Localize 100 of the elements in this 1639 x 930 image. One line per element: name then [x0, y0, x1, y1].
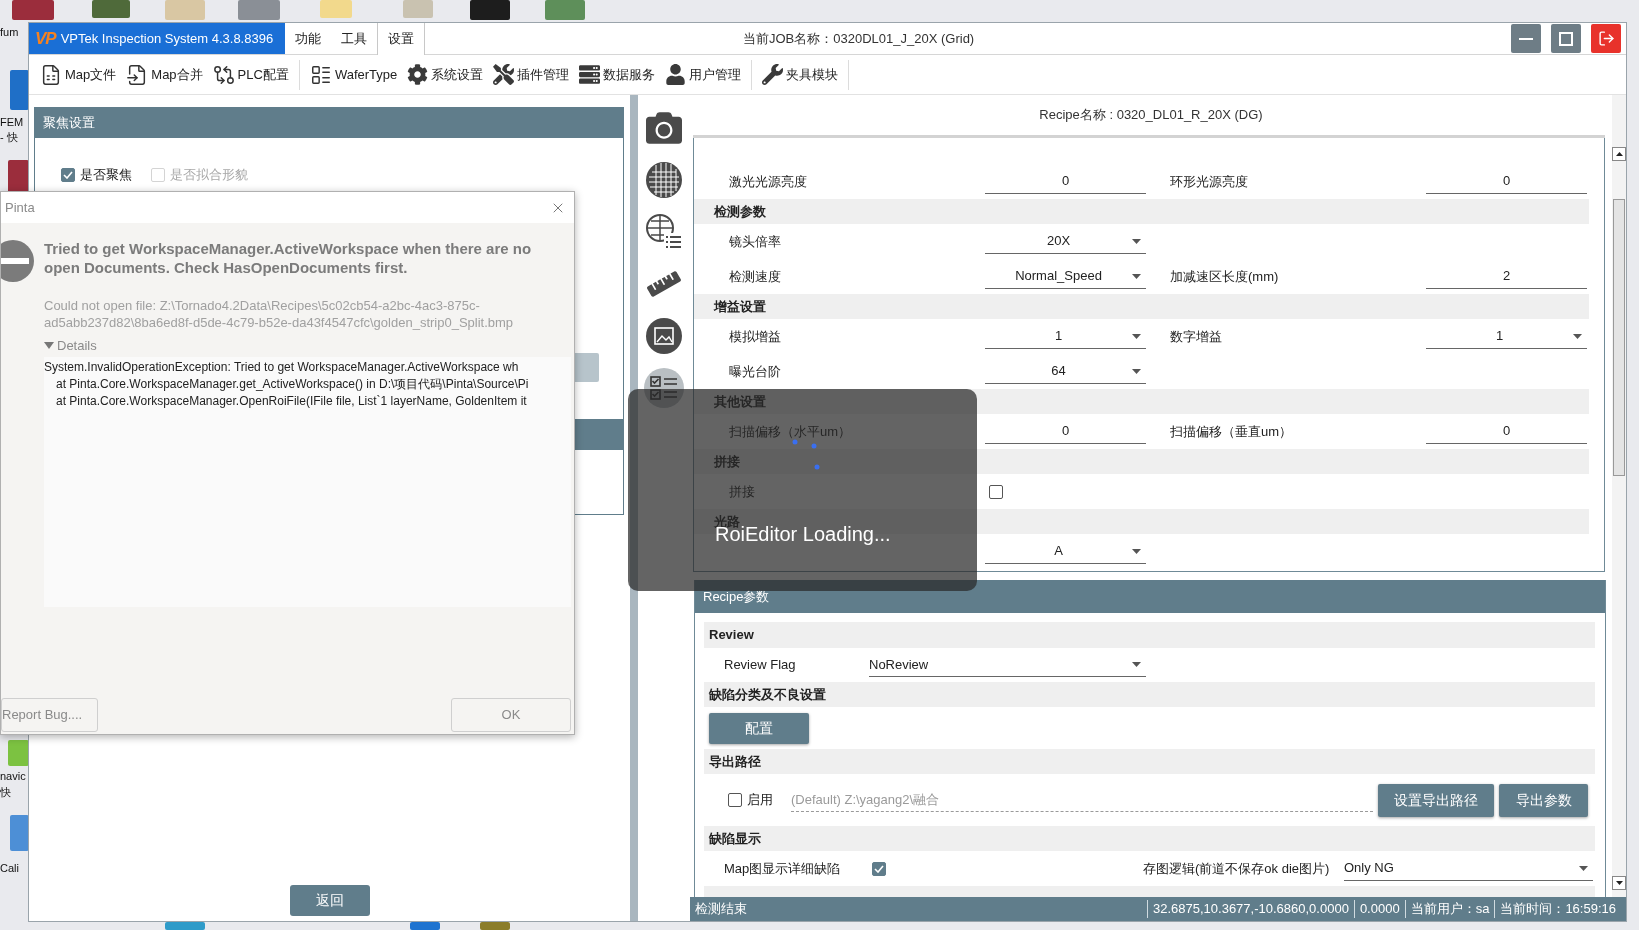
field-label: 存图逻辑(前道不保存ok die图片): [1143, 859, 1331, 878]
checkbox-label: 是否聚焦: [80, 166, 132, 184]
checkbox[interactable]: [989, 484, 1003, 499]
field-label: 数字增益: [1170, 327, 1223, 346]
app-title: VPTek Inspection System 4.3.8.8396: [60, 29, 274, 48]
toolbar-button[interactable]: PLC配置: [207, 58, 294, 91]
number-input[interactable]: 0: [1426, 169, 1587, 194]
action-button[interactable]: 配置: [709, 712, 809, 744]
error-message: Could not open file: Z:\Tornado4.2Data\Recipes\5c02cb54-a2bc-4ac3-875c-ad5abb237d82\8ba6ed8f-d5de-4c79-b52e-da43f4547cfc\golden_strip0_Split.bmp: [44, 297, 515, 331]
scroll-up-button[interactable]: [1612, 147, 1626, 161]
down-arrow-icon: [1615, 881, 1623, 885]
field-label: 模拟增益: [729, 327, 782, 346]
field-label: 扫描偏移（垂直um）: [1170, 422, 1294, 441]
number-input[interactable]: 0: [985, 419, 1146, 444]
section-header: 缺陷分类及不良设置: [704, 682, 1595, 707]
minimize-button[interactable]: [1511, 24, 1541, 53]
dropdown[interactable]: 64: [985, 359, 1146, 384]
checkbox[interactable]: [728, 793, 742, 807]
status-field: 32.6875,10.3677,-10.6860,0.0000: [1147, 900, 1354, 918]
toolbar-button[interactable]: 插件管理: [488, 58, 575, 91]
globe-list-icon[interactable]: [646, 213, 682, 250]
recipe-name: Recipe名称 : 0320_DL01_R_20X (DG): [1038, 106, 1264, 125]
section-header: 增益设置: [694, 294, 1589, 319]
error-icon: [1, 239, 35, 283]
close-button[interactable]: [1591, 24, 1621, 53]
dialog-title: Pinta: [4, 198, 35, 217]
menu-tab[interactable]: 设置: [377, 23, 425, 55]
field-label: 曝光台阶: [729, 362, 782, 381]
dropdown[interactable]: 1: [1426, 324, 1587, 349]
dropdown[interactable]: 1: [985, 324, 1146, 349]
image-icon[interactable]: [646, 317, 682, 354]
field-label: 检测速度: [729, 267, 782, 286]
list-icon: [309, 63, 332, 86]
number-input[interactable]: 2: [1426, 264, 1587, 289]
caret-icon: [1132, 238, 1141, 244]
desktop-icon-label: 快: [0, 786, 11, 799]
caret-icon: [1132, 368, 1141, 374]
maximize-button[interactable]: [1551, 24, 1581, 53]
field-label: 加减速区长度(mm): [1170, 267, 1280, 286]
status-field: 0.0000: [1353, 900, 1405, 918]
field-label: 扫描偏移（水平um）: [729, 422, 853, 441]
camera-icon[interactable]: [646, 109, 682, 146]
status-field: 当前时间：16:59:16: [1494, 900, 1621, 918]
checkmark-icon: [874, 864, 884, 873]
dropdown[interactable]: 20X: [985, 229, 1146, 254]
section-header: Review: [704, 622, 1595, 648]
toolbar-button[interactable]: Map文件: [35, 58, 122, 91]
caret-icon: [1573, 333, 1582, 339]
toolbar-button[interactable]: 用户管理: [660, 58, 747, 91]
checkmark-icon: [63, 170, 73, 179]
compare-arrows-icon: [212, 63, 235, 86]
error-heading: Tried to get WorkspaceManager.ActiveWorkspace when there are no open Documents. Check HasOpenDocuments first.: [44, 239, 533, 278]
number-input[interactable]: 0: [985, 169, 1146, 194]
dropdown[interactable]: A: [985, 539, 1146, 564]
dropdown[interactable]: Normal_Speed: [985, 264, 1146, 289]
number-input[interactable]: 0: [1426, 419, 1587, 444]
tools-icon: [493, 64, 515, 85]
exit-icon: [1597, 30, 1615, 47]
checkbox-label: 启用: [747, 791, 773, 810]
checkbox-label: 是否拟合形貌: [170, 166, 248, 184]
status-message: 检测结束: [694, 900, 748, 919]
action-button[interactable]: 设置导出路径: [1378, 783, 1494, 817]
spinner-icon: [792, 439, 822, 471]
path-field[interactable]: (Default) Z:\yagang2\融合: [791, 788, 1373, 812]
grid-circle-icon[interactable]: [646, 161, 682, 198]
toolbar-button[interactable]: 系统设置: [402, 58, 489, 91]
wrench-icon: [762, 64, 784, 85]
document-grid-icon: [40, 63, 62, 86]
scrollbar-thumb[interactable]: [1613, 199, 1625, 476]
stack-trace-line: at Pinta.Core.WorkspaceManager.get_ActiveWorkspace() in D:\项目代码\Pinta\Source\Pi: [56, 375, 529, 393]
settings-icon: [407, 64, 429, 85]
dropdown[interactable]: NoReview: [869, 653, 1146, 677]
scrollbar-track[interactable]: [1612, 95, 1626, 897]
scroll-down-button[interactable]: [1612, 876, 1626, 890]
field-label: Review Flag: [724, 656, 797, 675]
caret-icon: [1132, 333, 1141, 339]
logo: VP: [35, 27, 56, 50]
toolbar-button[interactable]: 夹具模块: [757, 58, 844, 91]
expanded-triangle-icon: [44, 342, 54, 350]
caret-icon: [1579, 865, 1588, 871]
minimize-icon: [1519, 37, 1533, 40]
toolbar-button[interactable]: Map合并: [121, 58, 208, 91]
field-label: 镜头倍率: [729, 232, 782, 251]
checkbox[interactable]: [872, 861, 886, 876]
user-icon: [665, 64, 687, 85]
field-label: 激光光源亮度: [729, 172, 808, 191]
toolbar-button[interactable]: WaferType: [304, 58, 403, 91]
action-button[interactable]: 导出参数: [1499, 783, 1588, 817]
back-button[interactable]: 返回: [289, 885, 370, 916]
caret-icon: [1132, 548, 1141, 554]
checkbox[interactable]: [61, 167, 75, 182]
field-label: 拼接: [729, 482, 756, 501]
dropdown[interactable]: Only NG: [1344, 856, 1593, 881]
section-header: 缺陷显示: [704, 826, 1595, 851]
up-arrow-icon: [1615, 152, 1623, 156]
desktop-icon-label: fum: [0, 26, 19, 39]
section-header: 检测参数: [694, 199, 1589, 224]
desktop-icon-label: FEM: [0, 116, 24, 129]
server-icon: [579, 64, 601, 85]
toolbar-button[interactable]: 数据服务: [574, 58, 661, 91]
